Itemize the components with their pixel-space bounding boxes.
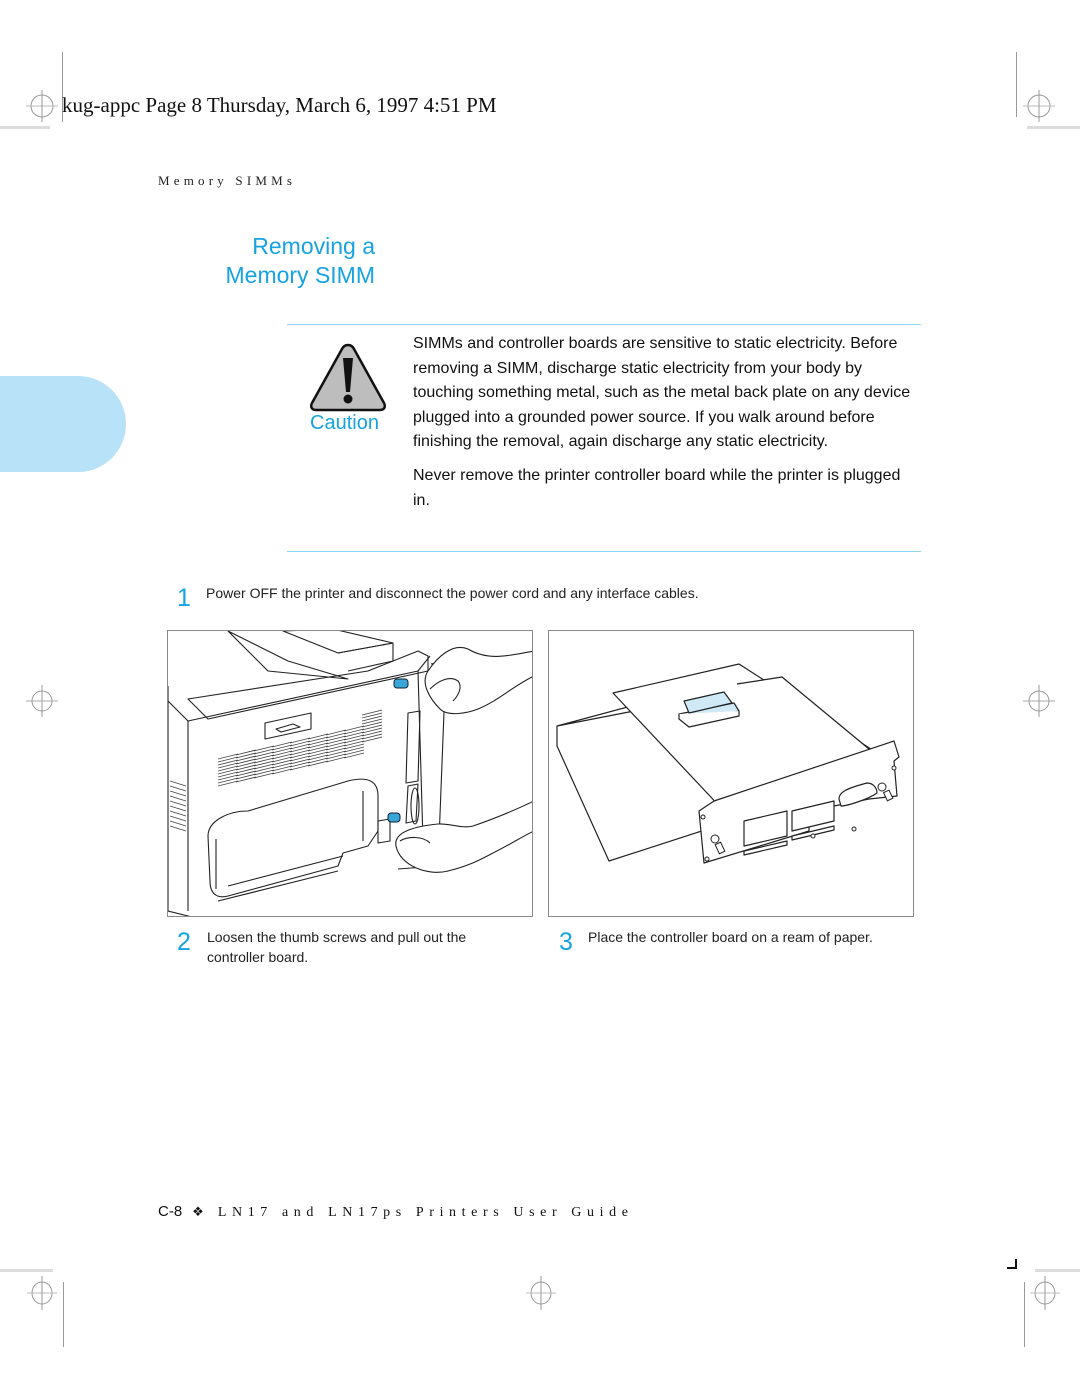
registration-mark-icon xyxy=(526,1276,556,1310)
controller-board-illustration xyxy=(556,663,900,864)
registration-mark-icon xyxy=(26,90,58,122)
crop-mark-line xyxy=(1035,1269,1080,1272)
caution-paragraph: SIMMs and controller boards are sensitiv… xyxy=(413,335,911,451)
step-number: 3 xyxy=(559,928,573,956)
printer-rear-hands-illustration xyxy=(168,631,532,916)
chapter-tab xyxy=(0,376,126,472)
heading-line-1: Removing a xyxy=(252,233,375,259)
caution-label: Caution xyxy=(310,412,379,434)
figure-controller-board xyxy=(548,630,914,917)
document-title: LN17 and LN17ps Printers User Guide xyxy=(217,1205,634,1220)
warning-triangle-icon xyxy=(309,343,387,412)
print-header: kug-appc Page 8 Thursday, March 6, 1997 … xyxy=(62,93,497,117)
diamond-separator-icon: ❖ xyxy=(192,1204,204,1219)
registration-mark-icon xyxy=(27,1276,57,1310)
caution-text: SIMMs and controller boards are sensitiv… xyxy=(413,332,913,522)
registration-mark-icon xyxy=(1030,1276,1060,1310)
crop-mark-line xyxy=(1027,126,1080,129)
thumb-screw-icon xyxy=(387,678,409,823)
registration-mark-icon xyxy=(1023,90,1055,122)
caution-bottom-rule xyxy=(287,551,921,552)
page-footer: C-8 ❖ LN17 and LN17ps Printers User Guide xyxy=(158,1203,634,1221)
step-text: Place the controller board on a ream of … xyxy=(588,929,873,945)
step-number: 2 xyxy=(177,928,191,956)
caution-paragraph: Never remove the printer controller boar… xyxy=(413,466,901,509)
page-heading: Removing a Memory SIMM xyxy=(226,232,376,290)
running-head: Memory SIMMs xyxy=(158,173,297,188)
crop-corner-mark xyxy=(1007,1259,1017,1269)
step-text: Power OFF the printer and disconnect the… xyxy=(206,585,699,601)
registration-mark-icon xyxy=(1023,685,1055,717)
crop-mark-line xyxy=(0,126,50,129)
step-text: Loosen the thumb screws and pull out the… xyxy=(207,929,467,965)
crop-mark-line xyxy=(63,1282,64,1347)
caution-top-rule xyxy=(287,324,921,325)
figure-printer-rear xyxy=(167,630,533,917)
crop-mark-line xyxy=(1016,52,1017,117)
page-number: C-8 xyxy=(158,1203,183,1220)
step-number: 1 xyxy=(177,584,191,612)
registration-mark-icon xyxy=(26,685,58,717)
heading-line-2: Memory SIMM xyxy=(225,262,376,288)
crop-mark-line xyxy=(0,1269,53,1272)
